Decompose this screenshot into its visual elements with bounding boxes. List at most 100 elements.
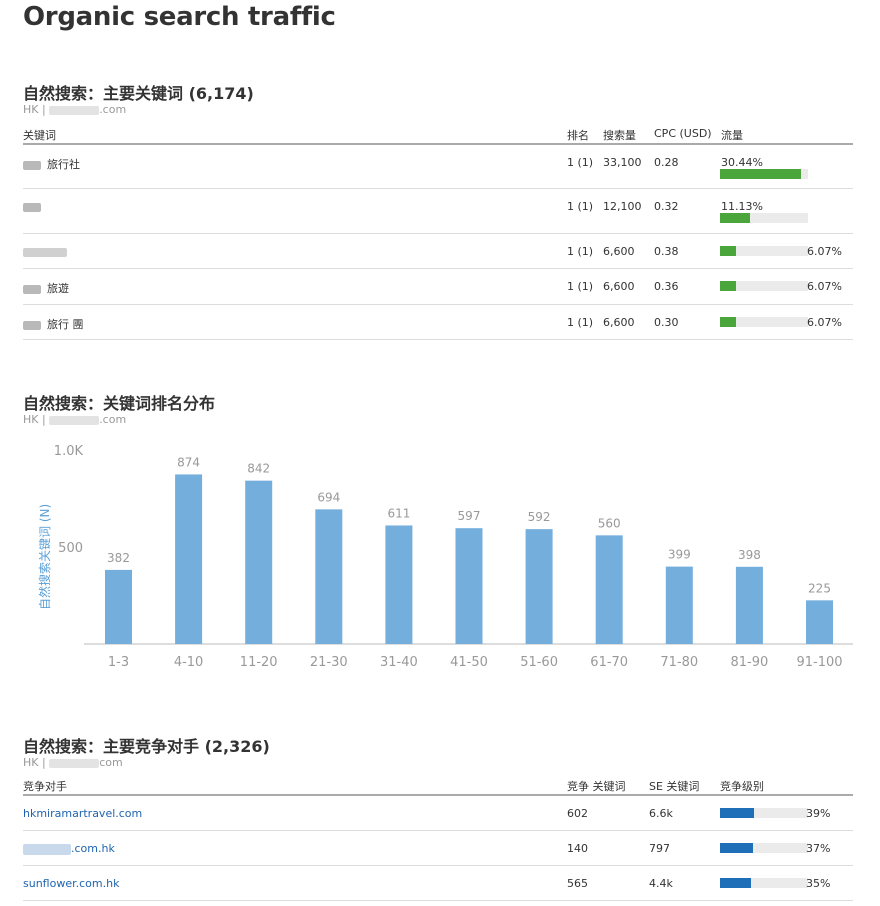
se-keywords-cell: 6.6k [649,807,673,820]
rank-cell: 1 (1) [567,200,594,213]
keywords-domain-line: HK | .com [23,103,126,116]
competition-level-bar-fill [720,843,753,853]
cpc-cell: 0.28 [654,156,679,169]
keywords-table: 关键词 排名 搜索量 CPC (USD) 流量 旅行社 1 (1) 33,100 0.… [23,127,853,340]
common-keywords-cell: 565 [567,877,588,890]
traffic-bar-fill [720,317,736,327]
keyword-text: 旅行 團 [47,318,84,331]
chart-bar [525,529,553,644]
chart-bar [595,535,623,644]
keywords-section-title: 自然搜索：主要关键词 (6,174) [23,84,254,103]
y-tick-label: 500 [58,541,83,556]
y-tick-label: 1.0K [54,444,84,459]
domain-suffix: com [99,756,123,769]
page-title: Organic search traffic [23,2,336,32]
bar-value-label: 694 [317,490,340,504]
bar-value-label: 399 [668,548,691,562]
competitor-link[interactable]: .com.hk [23,842,115,855]
traffic-bar [720,281,808,291]
competitor-link[interactable]: sunflower.com.hk [23,877,119,890]
bar-value-label: 597 [458,509,481,523]
traffic-percent: 11.13% [721,200,763,213]
x-tick-label: 31-40 [380,655,418,670]
table-row: 旅遊 1 (1) 6,600 0.36 6.07% [23,269,853,305]
se-keywords-cell: 4.4k [649,877,673,890]
keyword-cell [23,245,73,258]
redacted-domain [49,415,100,425]
domain-suffix: .com [99,413,127,426]
traffic-bar-fill [720,281,736,291]
competitor-name[interactable]: sunflower.com.hk [23,877,119,890]
x-tick-label: 81-90 [731,655,769,670]
x-tick-label: 51-60 [520,655,558,670]
header-traffic: 流量 [721,129,743,142]
cpc-cell: 0.36 [654,280,679,293]
bar-value-label: 611 [387,506,410,520]
distribution-domain-line: HK | .com [23,413,126,426]
chart-bar [455,528,483,644]
keyword-cell: 旅遊 [23,280,69,296]
table-row: 旅行社 1 (1) 33,100 0.28 30.44% [23,145,853,189]
x-tick-label: 71-80 [660,655,698,670]
se-keywords-cell: 797 [649,842,670,855]
bar-value-label: 225 [808,581,831,595]
rank-cell: 1 (1) [567,245,594,258]
competition-level-bar-fill [720,808,754,818]
x-tick-label: 21-30 [310,655,348,670]
rank-cell: 1 (1) [567,280,594,293]
volume-cell: 6,600 [603,316,635,329]
x-tick-label: 4-10 [174,655,204,670]
traffic-bar-fill [720,246,736,256]
redacted-domain [23,843,71,855]
header-se-keywords: SE 关键词 [649,780,700,793]
bar-value-label: 874 [177,455,200,469]
distribution-section-title: 自然搜索：关键词排名分布 [23,394,216,413]
bar-value-label: 382 [107,551,130,565]
table-row: sunflower.com.hk 565 4.4k 35% [23,866,853,901]
region-label: HK | [23,756,46,769]
header-keyword: 关键词 [23,129,56,142]
header-volume: 搜索量 [603,129,636,142]
volume-cell: 6,600 [603,245,635,258]
keywords-table-header: 关键词 排名 搜索量 CPC (USD) 流量 [23,127,853,145]
bar-value-label: 842 [247,462,270,476]
competition-level-bar-fill [720,878,751,888]
region-label: HK | [23,103,46,116]
competition-level-bar [720,843,808,853]
table-row: 1 (1) 6,600 0.38 6.07% [23,234,853,269]
chart-bar [385,525,413,644]
header-cpc: CPC (USD) [654,127,712,140]
table-row: hkmiramartravel.com 602 6.6k 39% [23,796,853,831]
redacted-keyword [23,202,41,212]
volume-cell: 6,600 [603,280,635,293]
chart-bar [105,569,132,644]
keyword-cell [23,200,47,213]
competitors-table: 竞争对手 竞争 关键词 SE 关键词 竞争级别 hkmiramartravel.… [23,778,853,901]
redacted-keyword [23,160,41,170]
table-row: 1 (1) 12,100 0.32 11.13% [23,189,853,234]
traffic-percent: 6.07% [807,316,842,329]
redacted-domain [49,758,100,768]
competitor-name[interactable]: .com.hk [71,842,115,855]
header-competition-level: 竞争级别 [720,780,764,793]
traffic-percent: 30.44% [721,156,763,169]
chart-bar [665,566,693,644]
cpc-cell: 0.32 [654,200,679,213]
competitor-link[interactable]: hkmiramartravel.com [23,807,142,820]
bar-value-label: 560 [598,516,621,530]
common-keywords-cell: 602 [567,807,588,820]
chart-bar [315,509,343,644]
x-tick-label: 11-20 [240,655,278,670]
x-tick-label: 91-100 [796,655,842,670]
traffic-bar-fill [720,213,750,223]
common-keywords-cell: 140 [567,842,588,855]
chart-bar [175,474,203,644]
rank-cell: 1 (1) [567,316,594,329]
table-row: .com.hk 140 797 37% [23,831,853,866]
competition-level-percent: 35% [806,877,831,890]
competitor-name[interactable]: hkmiramartravel.com [23,807,142,820]
x-tick-label: 41-50 [450,655,488,670]
x-tick-label: 1-3 [108,655,129,670]
keyword-cell: 旅行 團 [23,316,84,332]
competitors-domain-line: HK | com [23,756,123,769]
